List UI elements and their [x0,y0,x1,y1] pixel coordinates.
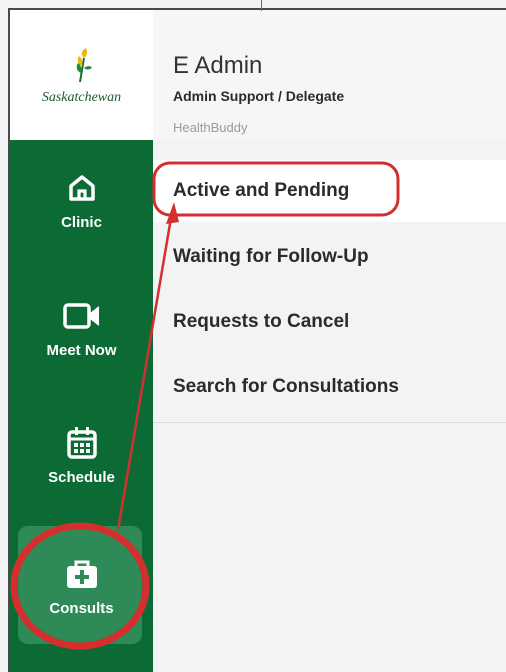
sidebar-item-consults[interactable]: Consults [10,526,153,636]
home-icon [62,168,102,208]
sidebar-item-meet-now[interactable]: Meet Now [10,268,153,378]
calendar-icon [62,423,102,463]
wheat-logo-icon [76,48,92,82]
consults-submenu: Active and Pending Waiting for Follow-Up… [153,140,506,672]
app-window: Saskatchewan Clinic Meet Now Schedule Co… [8,8,506,672]
menu-item-active-and-pending[interactable]: Active and Pending [153,160,506,222]
brand-logo: Saskatchewan [10,10,153,140]
app-name: HealthBuddy [173,120,248,135]
sidebar-nav: Clinic Meet Now Schedule Consults [10,140,153,672]
sidebar-item-label: Meet Now [46,342,117,359]
sidebar-item-label: Schedule [48,469,115,486]
brand-logo-text: Saskatchewan [41,90,122,105]
menu-item-waiting-for-follow-up[interactable]: Waiting for Follow-Up [153,226,506,288]
menu-item-requests-to-cancel[interactable]: Requests to Cancel [153,291,506,353]
annotation-tick [261,0,262,11]
sidebar-item-label: Clinic [61,214,102,231]
user-header: E Admin Admin Support / Delegate HealthB… [153,10,506,140]
sidebar-item-clinic[interactable]: Clinic [10,140,153,250]
sidebar-item-label: Consults [49,600,114,617]
menu-item-search-for-consultations[interactable]: Search for Consultations [153,356,506,418]
user-role: Admin Support / Delegate [173,88,345,104]
video-camera-icon [62,296,102,336]
user-name: E Admin [173,52,263,79]
menu-divider [153,422,506,423]
sidebar-item-schedule[interactable]: Schedule [10,395,153,505]
medical-kit-icon [62,554,102,594]
